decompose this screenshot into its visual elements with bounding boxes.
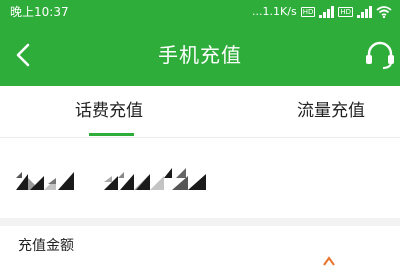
obscured-phone-number-image [16, 168, 206, 190]
amount-section: 充值金额 [0, 226, 400, 266]
phone-number-display[interactable] [0, 138, 400, 218]
tab-bill-recharge[interactable]: 话费充值 [75, 100, 143, 122]
status-time: 晚上10:37 [10, 5, 69, 19]
wifi-icon [376, 6, 392, 18]
mosaic-group-2 [104, 168, 206, 190]
status-bar: 晚上10:37 ...1.1K/s HD HD [0, 0, 400, 24]
section-gap [0, 218, 400, 226]
tab-bar: 话费充值 流量充值 [0, 86, 400, 136]
amount-label: 充值金额 [18, 238, 74, 254]
headset-icon[interactable] [363, 40, 397, 70]
mosaic-group-1 [16, 172, 74, 190]
hd-badge-2: HD [338, 7, 353, 17]
page-title: 手机充值 [158, 43, 242, 67]
status-indicators: ...1.1K/s HD HD [252, 0, 392, 24]
nav-bar: 手机充值 [0, 24, 400, 86]
tab-data-recharge[interactable]: 流量充值 [297, 100, 365, 122]
hd-badge: HD [300, 7, 316, 17]
active-tab-indicator [89, 133, 134, 136]
decorative-mark [323, 256, 335, 266]
signal-icon-2 [357, 6, 372, 18]
signal-icon [319, 6, 335, 18]
network-speed: ...1.1K/s [252, 5, 297, 18]
